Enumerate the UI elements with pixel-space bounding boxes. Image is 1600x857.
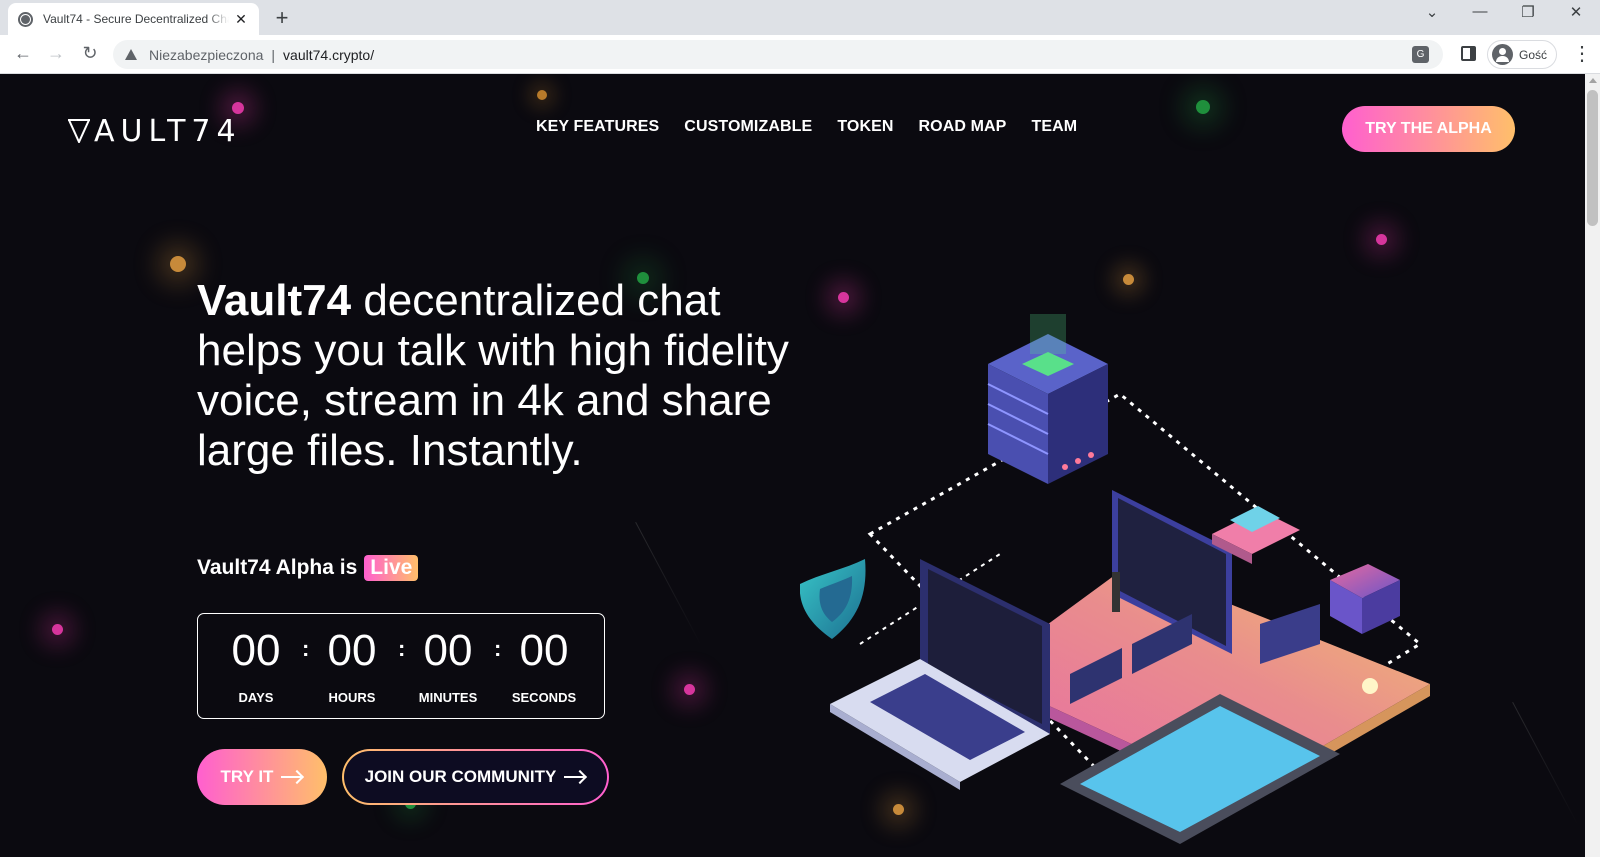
close-window-button[interactable]: ✕ (1564, 3, 1588, 21)
glow-dot (1196, 100, 1210, 114)
arrow-right-icon (564, 771, 586, 783)
page-scrollbar[interactable] (1585, 74, 1600, 857)
background-streak (1512, 701, 1579, 827)
glow-dot (52, 624, 63, 635)
glow-dot (170, 256, 186, 272)
countdown-label: MINUTES (418, 690, 478, 705)
headline-brand: Vault74 (197, 276, 352, 325)
tab-search-icon[interactable]: ⌄ (1420, 3, 1444, 21)
countdown-separator: : (302, 636, 310, 661)
try-it-button[interactable]: TRY IT (197, 749, 327, 805)
nav-token[interactable]: TOKEN (837, 118, 893, 136)
join-community-button[interactable]: JOIN OUR COMMUNITY (342, 749, 609, 805)
arrow-right-icon (281, 771, 303, 783)
globe-favicon-icon (18, 11, 33, 27)
try-the-alpha-button[interactable]: TRY THE ALPHA (1342, 106, 1515, 152)
browser-menu-button[interactable]: ⋮ (1572, 44, 1592, 64)
countdown-value: 00 (423, 626, 473, 675)
glow-dot (232, 102, 244, 114)
logo-text: AULT74 (94, 114, 242, 149)
back-button[interactable]: ← (12, 43, 34, 64)
minimize-button[interactable]: — (1468, 3, 1492, 20)
join-community-inner: JOIN OUR COMMUNITY (344, 751, 607, 803)
countdown-value: 00 (519, 626, 569, 675)
glow-dot (684, 684, 695, 695)
browser-tab[interactable]: Vault74 - Secure Decentralized Chat ✕ (8, 3, 259, 35)
countdown-label: HOURS (328, 690, 376, 705)
avatar-icon (1492, 44, 1513, 65)
address-bar[interactable]: Niezabezpieczona | vault74.crypto/ G (113, 40, 1443, 69)
server-icon (987, 314, 1108, 484)
scroll-thumb[interactable] (1587, 90, 1598, 226)
security-label[interactable]: Niezabezpieczona (149, 47, 263, 63)
nav-team[interactable]: TEAM (1031, 118, 1077, 136)
glow-dot (838, 292, 849, 303)
glow-dot (1123, 274, 1134, 285)
url-separator: | (271, 46, 276, 63)
glow-dot (537, 90, 547, 100)
scroll-up-icon[interactable] (1589, 78, 1597, 83)
tab-strip: Vault74 - Secure Decentralized Chat ✕ + … (0, 0, 1600, 35)
forward-button[interactable]: → (45, 43, 67, 64)
background-streak (635, 521, 702, 647)
side-panel-icon[interactable] (1461, 46, 1476, 61)
try-it-label: TRY IT (220, 767, 274, 786)
lamp-glow (1362, 678, 1378, 694)
shield-icon (800, 559, 866, 639)
join-community-label: JOIN OUR COMMUNITY (364, 767, 557, 786)
countdown-separator: : (398, 636, 406, 661)
countdown-value: 00 (327, 626, 377, 675)
reload-button[interactable]: ↻ (79, 43, 101, 64)
glow-dot (1376, 234, 1387, 245)
logo-mark-icon (68, 119, 90, 143)
tab-close-icon[interactable]: ✕ (233, 11, 249, 28)
url-text[interactable]: vault74.crypto/ (283, 47, 374, 63)
browser-toolbar: ← → ↻ Niezabezpieczona | vault74.crypto/… (0, 35, 1600, 74)
profile-button[interactable]: Gość (1487, 40, 1557, 69)
nav-key-features[interactable]: KEY FEATURES (536, 118, 659, 136)
countdown-hours: 00 HOURS (312, 626, 392, 705)
main-navigation: KEY FEATURES CUSTOMIZABLE TOKEN ROAD MAP… (536, 118, 1077, 136)
nav-road-map[interactable]: ROAD MAP (919, 118, 1007, 136)
countdown-minutes: 00 MINUTES (408, 626, 488, 705)
countdown-seconds: 00 SECONDS (504, 626, 584, 705)
countdown-days: 00 DAYS (216, 626, 296, 705)
page-viewport: AULT74 KEY FEATURES CUSTOMIZABLE TOKEN R… (0, 74, 1585, 857)
hero-headline: Vault74 decentralized chat helps you tal… (197, 276, 797, 476)
restore-button[interactable]: ❐ (1516, 3, 1540, 21)
translate-icon[interactable]: G (1412, 46, 1429, 63)
alpha-status: Vault74 Alpha is Live (197, 555, 419, 581)
countdown-label: SECONDS (511, 690, 577, 705)
nav-customizable[interactable]: CUSTOMIZABLE (684, 118, 812, 136)
tab-title: Vault74 - Secure Decentralized Chat (43, 12, 229, 26)
countdown-label: DAYS (238, 690, 274, 705)
hero-illustration (800, 314, 1430, 844)
alpha-status-text: Vault74 Alpha is (197, 556, 358, 579)
site-logo[interactable]: AULT74 (68, 114, 242, 149)
new-tab-button[interactable]: + (270, 5, 294, 31)
data-stack-icon (1330, 564, 1400, 634)
laptop-icon (830, 559, 1050, 790)
warning-icon[interactable] (125, 49, 137, 60)
countdown-separator: : (494, 636, 502, 661)
live-badge: Live (364, 555, 419, 581)
countdown-value: 00 (231, 626, 281, 675)
profile-name: Gość (1519, 47, 1548, 62)
countdown-timer: 00 DAYS : 00 HOURS : 00 MINUTES : 00 SEC… (197, 613, 605, 719)
